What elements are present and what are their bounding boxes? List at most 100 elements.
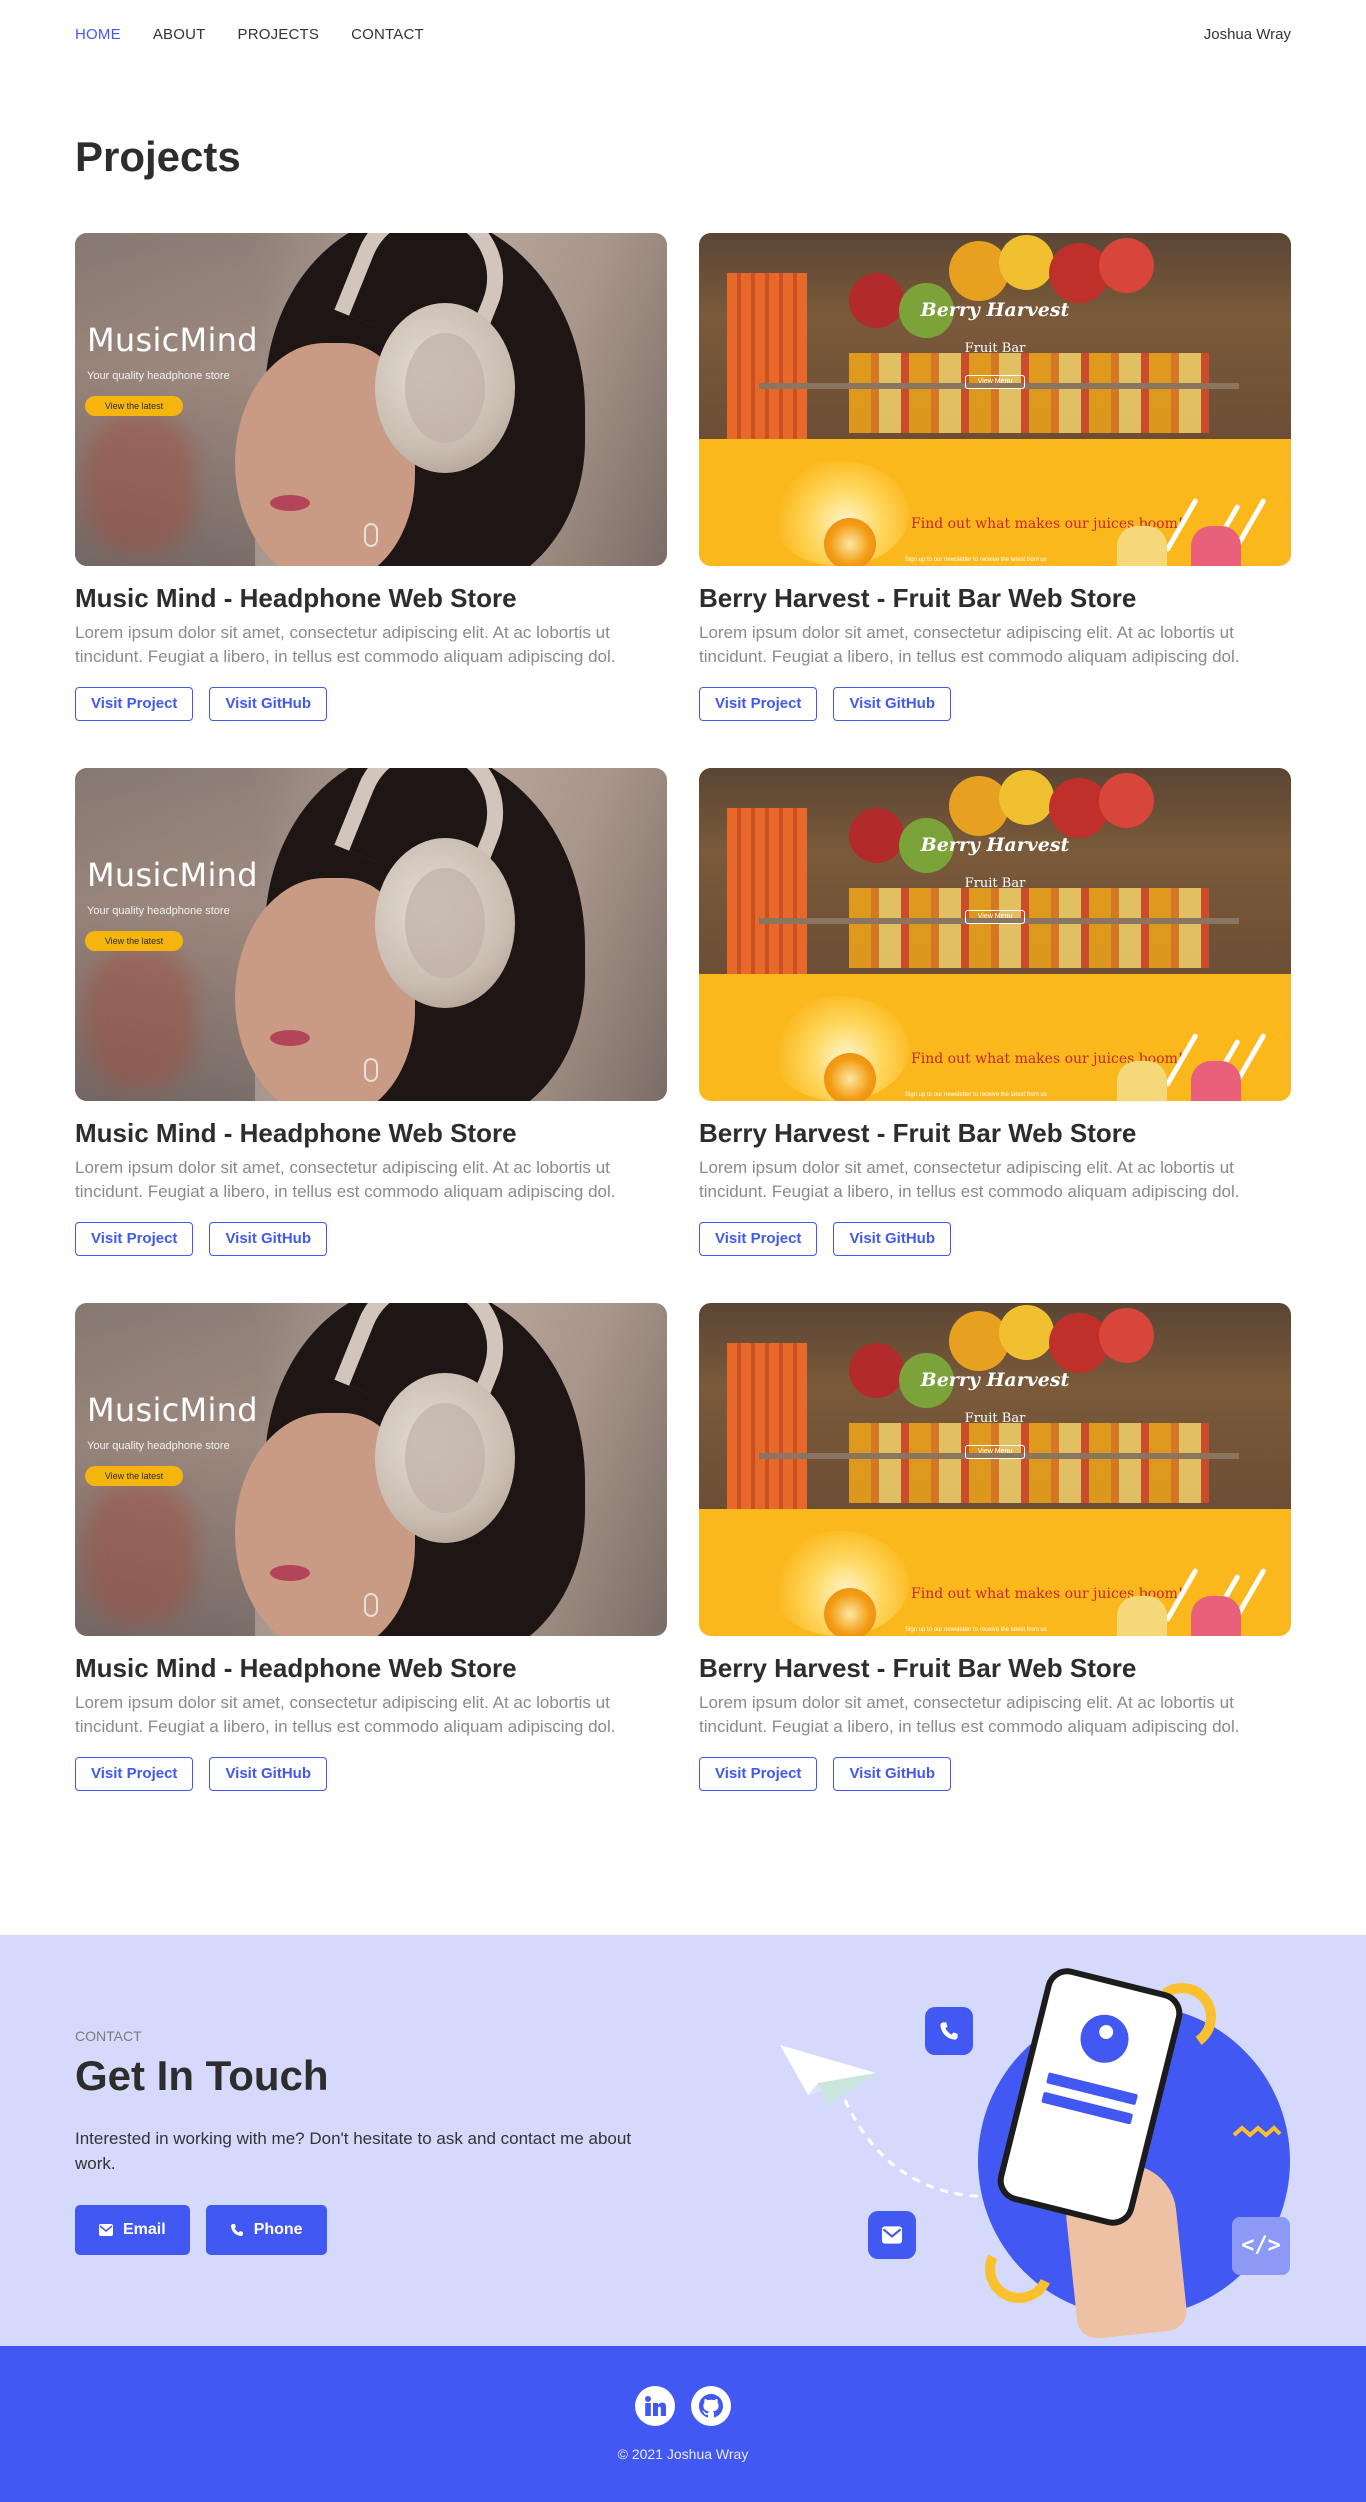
project-thumbnail[interactable]: Berry Harvest Fruit Bar View Menu Find o… <box>699 768 1291 1101</box>
project-card: Berry Harvest Fruit Bar View Menu Find o… <box>699 1303 1291 1838</box>
visit-project-button[interactable]: Visit Project <box>699 1757 818 1791</box>
project-buttons: Visit Project Visit GitHub <box>75 1757 327 1791</box>
headphone-icon <box>405 333 485 443</box>
glass-icon <box>1117 526 1167 566</box>
thumb-small-text: Sign up to our newsletter to receive the… <box>905 1092 1047 1098</box>
visit-github-button[interactable]: Visit GitHub <box>209 687 327 721</box>
visit-github-button[interactable]: Visit GitHub <box>209 1222 327 1256</box>
contact-text: Interested in working with me? Don't hes… <box>75 2129 632 2173</box>
thumb-background <box>85 413 195 553</box>
project-thumbnail[interactable]: Berry Harvest Fruit Bar View Menu Find o… <box>699 233 1291 566</box>
thumb-background <box>85 1483 195 1623</box>
project-buttons: Visit Project Visit GitHub <box>699 1757 951 1791</box>
thumb-background: Berry Harvest Fruit Bar View Menu <box>699 233 1291 439</box>
phone-chip <box>925 2007 973 2055</box>
contact-illustration: </> <box>770 1935 1366 2346</box>
linkedin-icon[interactable] <box>635 2386 675 2426</box>
thumb-subtitle: Fruit Bar <box>964 1411 1026 1426</box>
glass-icon <box>1191 526 1241 566</box>
mail-chip <box>868 2211 916 2259</box>
project-description: Lorem ipsum dolor sit amet, consectetur … <box>75 1693 616 1736</box>
project-thumbnail[interactable]: MusicMind Your quality headphone store V… <box>75 1303 667 1636</box>
thumb-cta: View the latest <box>85 1466 183 1486</box>
project-description: Lorem ipsum dolor sit amet, consectetur … <box>75 623 616 666</box>
scroll-indicator-icon <box>364 1593 378 1617</box>
thumb-figure <box>270 1030 310 1046</box>
project-buttons: Visit Project Visit GitHub <box>75 687 327 721</box>
thumb-background <box>999 770 1054 825</box>
thumb-background: Berry Harvest Fruit Bar View Menu <box>699 768 1291 974</box>
visit-project-button[interactable]: Visit Project <box>75 1222 194 1256</box>
nav-brand[interactable]: Joshua Wray <box>1204 26 1291 43</box>
thumb-background <box>727 273 807 439</box>
nav-link-projects[interactable]: PROJECTS <box>238 26 320 43</box>
scroll-indicator-icon <box>364 523 378 547</box>
scroll-indicator-icon <box>364 1058 378 1082</box>
project-thumbnail[interactable]: MusicMind Your quality headphone store V… <box>75 233 667 566</box>
thumb-title: Berry Harvest <box>920 834 1070 856</box>
thumb-brand: MusicMind <box>87 856 258 894</box>
thumb-background <box>999 1305 1054 1360</box>
thumb-brand: MusicMind <box>87 321 258 359</box>
thumb-menu-button: View Menu <box>965 1445 1025 1459</box>
orange-icon <box>824 1588 876 1636</box>
thumb-brand: MusicMind <box>87 1391 258 1429</box>
social-links <box>0 2386 1366 2426</box>
headphone-icon <box>405 868 485 978</box>
github-icon[interactable] <box>691 2386 731 2426</box>
project-card: MusicMind Your quality headphone store V… <box>75 233 667 768</box>
visit-github-button[interactable]: Visit GitHub <box>209 1757 327 1791</box>
code-icon: </> <box>1232 2217 1290 2275</box>
thumb-subtitle: Fruit Bar <box>964 876 1026 891</box>
thumb-background: Berry Harvest Fruit Bar View Menu <box>699 1303 1291 1509</box>
thumb-tagline: Your quality headphone store <box>87 905 230 917</box>
visit-project-button[interactable]: Visit Project <box>75 687 194 721</box>
project-description: Lorem ipsum dolor sit amet, consectetur … <box>699 623 1240 666</box>
copyright: © 2021 Joshua Wray <box>617 2446 749 2462</box>
thumb-tagline: Your quality headphone store <box>87 370 230 382</box>
project-thumbnail[interactable]: Berry Harvest Fruit Bar View Menu Find o… <box>699 1303 1291 1636</box>
projects-grid: MusicMind Your quality headphone store V… <box>75 233 1291 1838</box>
nav-link-contact[interactable]: CONTACT <box>351 26 424 43</box>
contact-buttons: Email Phone <box>75 2205 327 2255</box>
thumb-background <box>849 888 1209 968</box>
project-card: Berry Harvest Fruit Bar View Menu Find o… <box>699 768 1291 1303</box>
project-buttons: Visit Project Visit GitHub <box>699 1222 951 1256</box>
contact-title: Get In Touch <box>75 2052 329 2099</box>
nav-links: HOME ABOUT PROJECTS CONTACT <box>75 26 456 43</box>
thumb-figure <box>270 1565 310 1581</box>
thumb-background <box>1099 238 1154 293</box>
thumb-background <box>1099 1308 1154 1363</box>
thumb-background <box>727 1343 807 1509</box>
orange-icon <box>824 518 876 566</box>
phone-icon <box>230 2224 243 2236</box>
project-title: Berry Harvest - Fruit Bar Web Store <box>699 583 1137 613</box>
visit-project-button[interactable]: Visit Project <box>75 1757 194 1791</box>
project-card: MusicMind Your quality headphone store V… <box>75 1303 667 1838</box>
thumb-small-text: Sign up to our newsletter to receive the… <box>905 557 1047 563</box>
visit-github-button[interactable]: Visit GitHub <box>833 1757 951 1791</box>
visit-github-button[interactable]: Visit GitHub <box>833 1222 951 1256</box>
project-buttons: Visit Project Visit GitHub <box>75 1222 327 1256</box>
thumb-tagline: Your quality headphone store <box>87 1440 230 1452</box>
visit-github-button[interactable]: Visit GitHub <box>833 687 951 721</box>
project-title: Music Mind - Headphone Web Store <box>75 1653 517 1683</box>
envelope-icon <box>882 2226 902 2244</box>
email-button[interactable]: Email <box>75 2205 190 2255</box>
thumb-background <box>85 948 195 1088</box>
visit-project-button[interactable]: Visit Project <box>699 687 818 721</box>
phone-button[interactable]: Phone <box>205 2205 327 2255</box>
thumb-menu-button: View Menu <box>965 910 1025 924</box>
thumb-menu-button: View Menu <box>965 375 1025 389</box>
nav-link-home[interactable]: HOME <box>75 26 121 43</box>
thumb-background <box>1099 773 1154 828</box>
envelope-icon <box>99 2224 113 2236</box>
visit-project-button[interactable]: Visit Project <box>699 1222 818 1256</box>
thumb-background <box>849 353 1209 433</box>
thumb-cta: View the latest <box>85 396 183 416</box>
thumb-background <box>849 1423 1209 1503</box>
project-title: Berry Harvest - Fruit Bar Web Store <box>699 1653 1137 1683</box>
project-thumbnail[interactable]: MusicMind Your quality headphone store V… <box>75 768 667 1101</box>
nav-link-about[interactable]: ABOUT <box>153 26 206 43</box>
thumb-subtitle: Fruit Bar <box>964 341 1026 356</box>
